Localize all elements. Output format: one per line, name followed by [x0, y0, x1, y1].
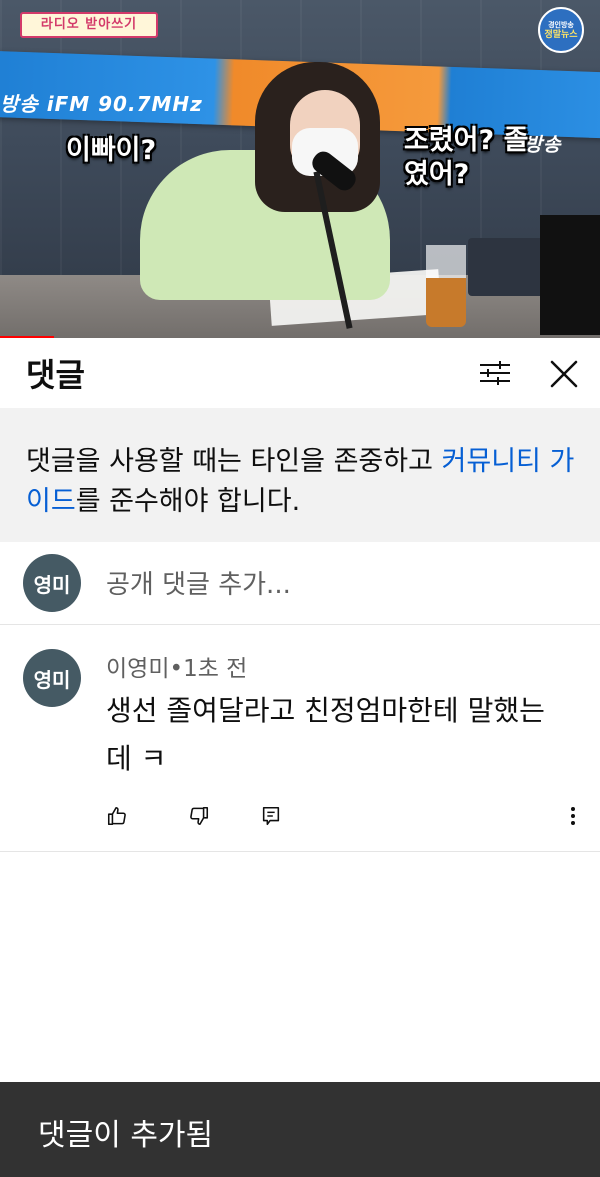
- comments-header: 댓글: [0, 338, 600, 409]
- sort-filter-icon[interactable]: [478, 358, 512, 388]
- subtitle-left: 이빠이?: [66, 135, 157, 166]
- guideline-text-before: 댓글을 사용할 때는 타인을 존중하고: [26, 446, 442, 477]
- thumbs-up-icon[interactable]: [106, 805, 128, 827]
- avatar: 영미: [23, 554, 81, 612]
- comment-avatar[interactable]: 영미: [23, 649, 81, 707]
- station-badge-bottom: 정말뉴스: [544, 30, 578, 40]
- snackbar-text: 댓글이 추가됨: [38, 1118, 214, 1153]
- drink-cup: [426, 245, 466, 327]
- station-badge-top: 경인방송: [548, 21, 574, 29]
- reply-icon[interactable]: [260, 805, 282, 827]
- subtitle-right: 조렸어? 졸였어?: [404, 125, 529, 190]
- station-logo-badge: 경인방송 정말뉴스: [538, 7, 584, 53]
- comment-time: 1초 전: [183, 656, 248, 682]
- comment-item: 영미 이영미•1초 전 생선 졸여달라고 친정엄마한테 말했는데 ㅋ: [0, 625, 600, 852]
- community-guideline-notice: 댓글을 사용할 때는 타인을 존중하고 커뮤니티 가이드를 준수해야 합니다.: [0, 408, 600, 542]
- station-banner-text: 방송 iFM 90.7MHz: [0, 92, 203, 116]
- comment-author[interactable]: 이영미: [106, 656, 169, 682]
- add-comment-input[interactable]: 공개 댓글 추가...: [106, 564, 291, 601]
- close-icon[interactable]: [548, 358, 580, 390]
- program-logo: 라디오 받아쓰기: [20, 12, 158, 38]
- comment-text: 생선 졸여달라고 친정엄마한테 말했는데 ㅋ: [106, 694, 545, 775]
- more-vert-icon[interactable]: [563, 805, 583, 827]
- comment-meta: 이영미•1초 전: [106, 649, 247, 683]
- thumbs-down-icon[interactable]: [188, 805, 210, 827]
- add-comment-row[interactable]: 영미 공개 댓글 추가...: [0, 542, 600, 625]
- comments-title: 댓글: [26, 356, 85, 394]
- guideline-text: 댓글을 사용할 때는 타인을 존중하고 커뮤니티 가이드를 준수해야 합니다.: [26, 442, 586, 522]
- studio-monitor: [540, 215, 600, 335]
- meta-separator: •: [169, 656, 184, 682]
- video-player[interactable]: 방송 iFM 90.7MHz 인방송 라디오 받아쓰기 경인방송 정말뉴스 이빠…: [0, 0, 600, 338]
- snackbar: 댓글이 추가됨: [0, 1082, 600, 1177]
- guideline-text-after: 를 준수해야 합니다.: [75, 486, 301, 517]
